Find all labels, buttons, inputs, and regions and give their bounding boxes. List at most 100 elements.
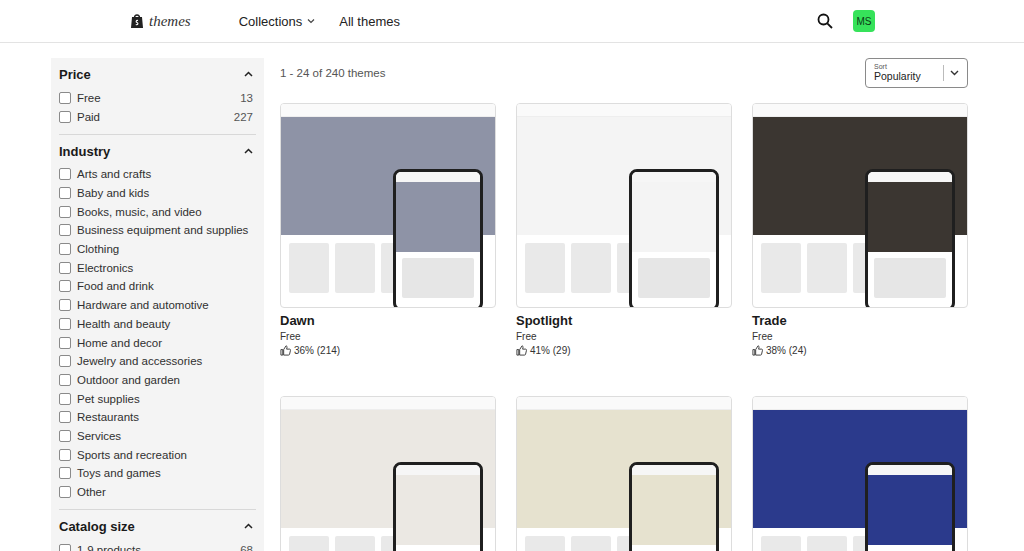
filter-option[interactable]: Arts and crafts bbox=[59, 165, 256, 184]
top-bar: themes Collections All themes MS bbox=[0, 0, 1024, 43]
filter-option[interactable]: Paid227 bbox=[59, 107, 256, 126]
filter-option[interactable]: Services bbox=[59, 427, 256, 446]
phone-preview bbox=[629, 169, 719, 308]
theme-card[interactable]: Trade Free 38% (24) bbox=[752, 103, 968, 356]
thumbs-up-icon bbox=[280, 345, 291, 356]
theme-grid: DawnFree36% (214)SpotlightFree41% (29)Tr… bbox=[280, 103, 968, 551]
phone-preview bbox=[629, 462, 719, 551]
theme-preview[interactable] bbox=[280, 396, 496, 551]
shopify-bag-icon bbox=[130, 13, 144, 29]
theme-card[interactable] bbox=[516, 396, 732, 551]
thumbs-up-icon bbox=[752, 345, 763, 356]
theme-results: 1 - 24 of 240 themes SortPopularity Dawn Fr… bbox=[280, 58, 968, 551]
theme-rating: 38% (24) bbox=[752, 345, 968, 356]
theme-preview[interactable] bbox=[280, 103, 496, 308]
chevron-up-icon bbox=[244, 71, 253, 77]
header-right: MS bbox=[817, 10, 875, 32]
nav-item[interactable]: Collections bbox=[239, 14, 316, 29]
filter-option[interactable]: Hardware and automotive bbox=[59, 296, 256, 315]
checkbox[interactable] bbox=[59, 544, 71, 551]
theme-card[interactable] bbox=[752, 396, 968, 551]
checkbox[interactable] bbox=[59, 92, 71, 104]
theme-card[interactable]: Spotlight Free 41% (29) bbox=[516, 103, 732, 356]
option-count: 68 bbox=[240, 544, 253, 551]
theme-price: Free bbox=[752, 331, 968, 342]
checkbox[interactable] bbox=[59, 449, 71, 461]
checkbox[interactable] bbox=[59, 486, 71, 498]
checkbox[interactable] bbox=[59, 280, 71, 292]
filter-section: Catalog size 1-9 products68 bbox=[59, 510, 256, 551]
checkbox[interactable] bbox=[59, 206, 71, 218]
theme-card[interactable]: DawnFree36% (214) bbox=[280, 103, 496, 356]
filter-option[interactable]: Outdoor and garden bbox=[59, 371, 256, 390]
phone-preview bbox=[865, 462, 955, 551]
theme-preview[interactable] bbox=[516, 103, 732, 308]
filter-option[interactable]: Sports and recreation bbox=[59, 445, 256, 464]
chevron-down-icon bbox=[950, 70, 959, 76]
logo[interactable]: themes bbox=[130, 13, 191, 30]
checkbox[interactable] bbox=[59, 355, 71, 367]
checkbox[interactable] bbox=[59, 262, 71, 274]
sort-dropdown[interactable]: SortPopularity bbox=[865, 58, 968, 88]
checkbox[interactable] bbox=[59, 318, 71, 330]
filter-option[interactable]: Electronics bbox=[59, 258, 256, 277]
theme-preview[interactable] bbox=[752, 396, 968, 551]
nav-item[interactable]: All themes bbox=[339, 14, 400, 29]
option-count: 227 bbox=[234, 111, 253, 123]
theme-name[interactable]: Dawn bbox=[280, 313, 496, 328]
results-toolbar: 1 - 24 of 240 themes SortPopularity bbox=[280, 58, 968, 88]
filter-option[interactable]: Toys and games bbox=[59, 464, 256, 483]
filter-section: Industry Arts and craftsBaby and kidsBook… bbox=[59, 135, 256, 510]
filter-option[interactable]: Pet supplies bbox=[59, 389, 256, 408]
search-icon[interactable] bbox=[817, 13, 833, 29]
chevron-up-icon bbox=[244, 148, 253, 154]
chevron-up-icon bbox=[244, 523, 253, 529]
theme-preview[interactable] bbox=[752, 103, 968, 308]
checkbox[interactable] bbox=[59, 374, 71, 386]
filter-option[interactable]: Restaurants bbox=[59, 408, 256, 427]
logo-text: themes bbox=[149, 13, 191, 30]
checkbox[interactable] bbox=[59, 224, 71, 236]
checkbox[interactable] bbox=[59, 393, 71, 405]
theme-name[interactable]: Trade bbox=[752, 313, 968, 328]
results-summary: 1 - 24 of 240 themes bbox=[280, 67, 385, 79]
phone-preview bbox=[393, 462, 483, 551]
filter-heading[interactable]: Industry bbox=[59, 143, 256, 159]
checkbox[interactable] bbox=[59, 243, 71, 255]
theme-price: Free bbox=[516, 331, 732, 342]
thumbs-up-icon bbox=[516, 345, 527, 356]
filter-option[interactable]: Health and beauty bbox=[59, 315, 256, 334]
main-nav: Collections All themes bbox=[239, 14, 400, 29]
header-left: themes Collections All themes bbox=[130, 13, 400, 30]
filter-option[interactable]: 1-9 products68 bbox=[59, 540, 256, 551]
theme-price: Free bbox=[280, 331, 496, 342]
checkbox[interactable] bbox=[59, 299, 71, 311]
filter-option[interactable]: Other bbox=[59, 483, 256, 502]
theme-preview[interactable] bbox=[516, 396, 732, 551]
filter-section: Price Free13Paid227 bbox=[59, 58, 256, 135]
chevron-down-icon bbox=[307, 18, 315, 24]
filter-option[interactable]: Business equipment and supplies bbox=[59, 221, 256, 240]
filter-option[interactable]: Food and drink bbox=[59, 277, 256, 296]
filter-heading[interactable]: Price bbox=[59, 66, 256, 82]
checkbox[interactable] bbox=[59, 111, 71, 123]
filter-option[interactable]: Home and decor bbox=[59, 333, 256, 352]
theme-card[interactable] bbox=[280, 396, 496, 551]
checkbox[interactable] bbox=[59, 337, 71, 349]
checkbox[interactable] bbox=[59, 411, 71, 423]
theme-rating: 41% (29) bbox=[516, 345, 732, 356]
page: themes Collections All themes MS Price Free13… bbox=[0, 0, 1024, 551]
checkbox[interactable] bbox=[59, 467, 71, 479]
theme-name[interactable]: Spotlight bbox=[516, 313, 732, 328]
content: Price Free13Paid227 Industry Arts and craft… bbox=[0, 43, 1024, 551]
checkbox[interactable] bbox=[59, 187, 71, 199]
filter-option[interactable]: Baby and kids bbox=[59, 184, 256, 203]
checkbox[interactable] bbox=[59, 168, 71, 180]
filter-option[interactable]: Books, music, and video bbox=[59, 202, 256, 221]
filter-option[interactable]: Jewelry and accessories bbox=[59, 352, 256, 371]
filter-option[interactable]: Free13 bbox=[59, 88, 256, 107]
checkbox[interactable] bbox=[59, 430, 71, 442]
filter-option[interactable]: Clothing bbox=[59, 240, 256, 259]
user-avatar[interactable]: MS bbox=[853, 10, 875, 32]
filter-heading[interactable]: Catalog size bbox=[59, 518, 256, 534]
